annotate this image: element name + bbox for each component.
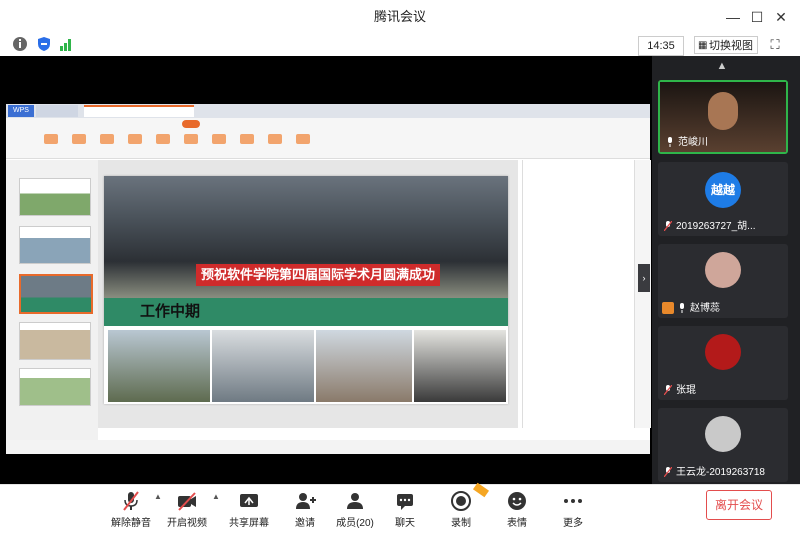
slide-thumbnail[interactable] [19, 178, 91, 216]
record-icon [451, 491, 471, 511]
wps-status-bar [6, 440, 650, 454]
members-icon [347, 493, 363, 509]
ribbon-icon [212, 134, 226, 144]
participant-tile[interactable]: 赵博蕊 [658, 244, 788, 318]
participant-tile[interactable]: 范峻川 [658, 80, 788, 154]
side-toolbar [634, 160, 651, 428]
mic-muted-icon [664, 221, 672, 231]
video-button[interactable]: 开启视频 [160, 488, 214, 532]
ribbon-icon [156, 134, 170, 144]
more-button[interactable]: 更多 [546, 488, 600, 532]
avatar [705, 252, 741, 288]
close-button[interactable]: ✕ [770, 6, 792, 28]
ribbon-active-tab [182, 120, 200, 128]
ribbon-icon [100, 134, 114, 144]
chevron-up-icon[interactable]: ▲ [212, 492, 222, 502]
ribbon-icon [268, 134, 282, 144]
participant-tile[interactable]: 张琨 [658, 326, 788, 400]
slide-thumbnail[interactable] [19, 322, 91, 360]
mic-icon [680, 303, 684, 313]
share-screen-icon [240, 494, 258, 507]
chevron-up-icon[interactable]: ▲ [714, 60, 730, 72]
participant-tile[interactable]: 越越 2019263727_胡... [658, 162, 788, 236]
host-icon [662, 302, 674, 314]
collapse-arrow-icon[interactable]: › [638, 264, 650, 292]
avatar: 越越 [705, 172, 741, 208]
wps-doc-tab [36, 105, 78, 117]
add-user-icon [296, 493, 316, 509]
slide-photo [212, 330, 314, 402]
slide-thumbnail[interactable] [19, 226, 91, 264]
ribbon-icon [128, 134, 142, 144]
wps-ppt-tab [84, 105, 194, 117]
properties-pane [522, 160, 635, 428]
mic-muted-icon [664, 385, 672, 395]
reactions-button[interactable]: 表情 [490, 488, 544, 532]
avatar [705, 334, 741, 370]
more-icon [564, 499, 582, 503]
emoji-icon [508, 492, 526, 510]
share-screen-button[interactable]: 共享屏幕 [222, 488, 276, 532]
ribbon-icon [44, 134, 58, 144]
participant-name: 张琨 [676, 385, 696, 396]
meeting-clock: 14:35 [638, 36, 684, 56]
wps-tab: WPS [8, 105, 34, 117]
switch-view-label: 切换视图 [709, 40, 753, 52]
shield-icon[interactable] [36, 36, 54, 54]
fullscreen-icon[interactable]: ⛶ [766, 36, 784, 54]
slide-thumbnail-selected[interactable] [19, 274, 93, 314]
maximize-button[interactable]: ☐ [746, 6, 768, 28]
slide-photo [414, 330, 506, 402]
unmute-button[interactable]: 解除静音 [104, 488, 158, 532]
signal-icon[interactable] [58, 36, 76, 54]
participant-name: 赵博蕊 [690, 303, 720, 314]
mic-muted-icon [123, 491, 139, 511]
slide-photo [108, 330, 210, 402]
switch-view-button[interactable]: ▦ 切换视图 [694, 36, 758, 54]
slide-section-title: 工作中期 [140, 303, 201, 320]
avatar [705, 416, 741, 452]
ribbon-icon [184, 134, 198, 144]
invite-button[interactable]: 邀请 [278, 488, 332, 532]
grid-icon: ▦ [698, 40, 708, 51]
app-title: 腾讯会议 [373, 9, 426, 24]
ribbon-icon [296, 134, 310, 144]
slide-thumbnail[interactable] [19, 368, 91, 406]
slide-banner: 预祝软件学院第四届国际学术月圆满成功 [196, 264, 440, 286]
leave-meeting-button[interactable]: 离开会议 [706, 490, 772, 520]
ribbon-icon [72, 134, 86, 144]
info-icon[interactable] [12, 36, 30, 54]
chat-button[interactable]: 聊天 [378, 488, 432, 532]
mic-icon [668, 137, 672, 147]
chat-icon [397, 494, 413, 510]
members-button[interactable]: 成员(20) [328, 488, 382, 532]
video-off-icon [178, 492, 196, 511]
mic-muted-icon [664, 467, 672, 477]
slide-photo [316, 330, 412, 402]
participant-name: 王云龙-2019263718 [676, 467, 765, 478]
participant-name: 2019263727_胡... [676, 221, 756, 232]
ribbon-icon [240, 134, 254, 144]
participant-tile[interactable]: 王云龙-2019263718 [658, 408, 788, 482]
participant-name: 范峻川 [678, 137, 708, 148]
minimize-button[interactable]: — [722, 6, 744, 28]
participant-face [708, 92, 738, 130]
